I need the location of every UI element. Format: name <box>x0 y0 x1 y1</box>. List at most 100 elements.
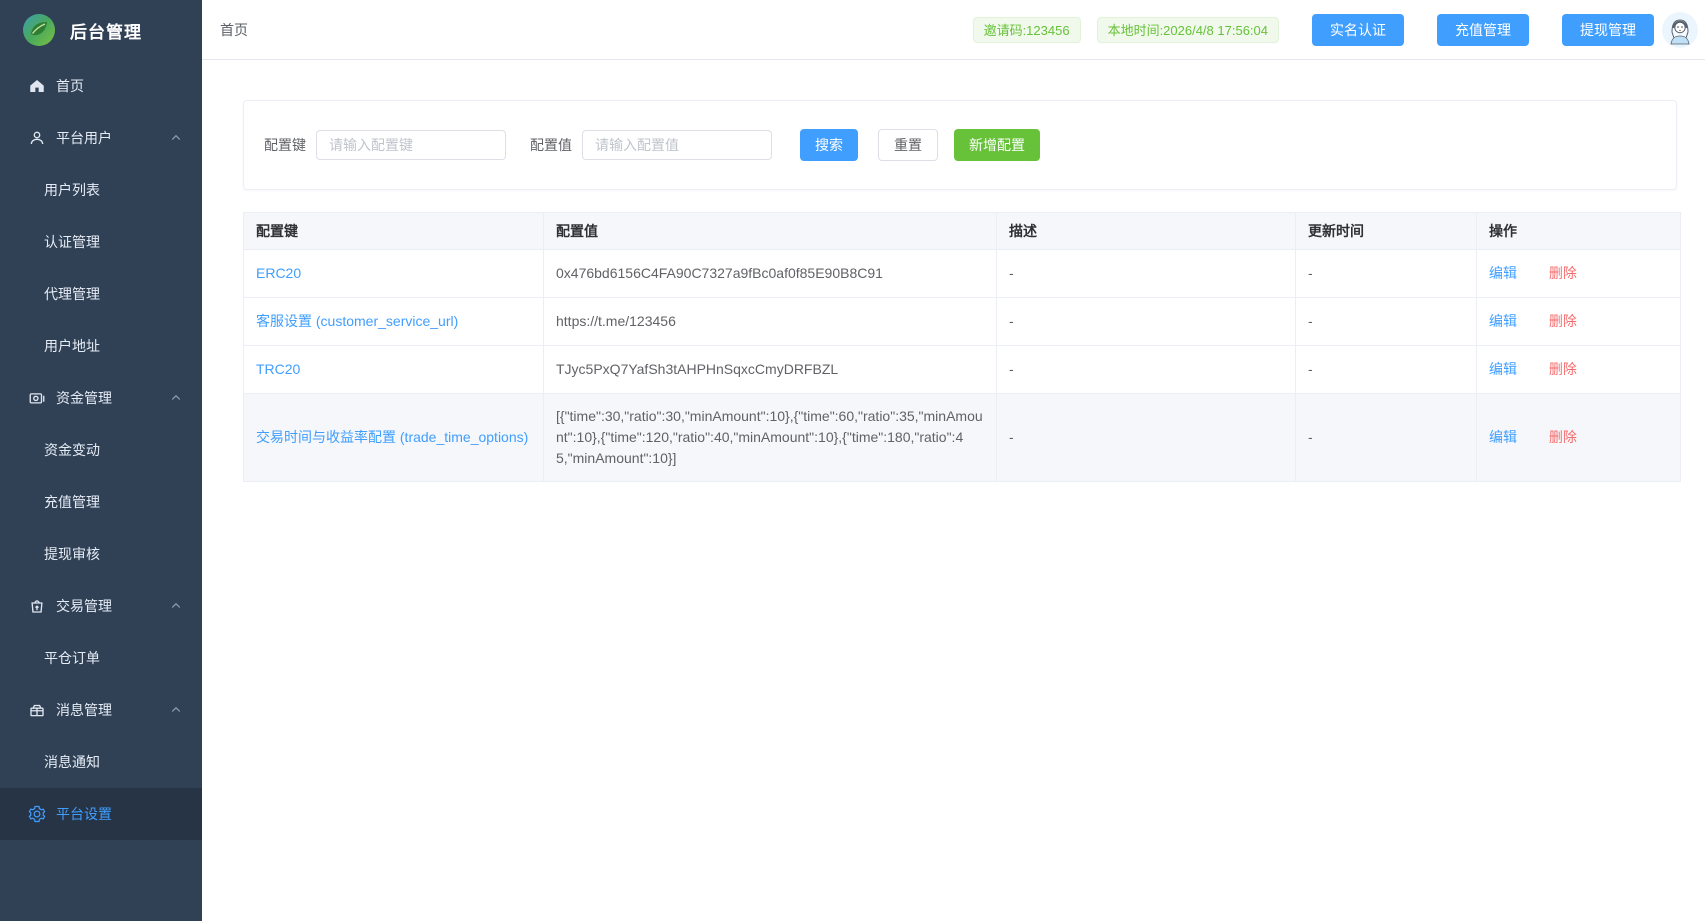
main-area: 首页 邀请码:123456 本地时间:2026/4/8 17:56:04 实名认… <box>202 0 1705 921</box>
money-icon <box>28 389 46 407</box>
delete-link[interactable]: 删除 <box>1549 313 1577 329</box>
config-table: 配置键 配置值 描述 更新时间 操作 ERC20 0x476bd6156C4FA… <box>243 212 1681 482</box>
sidebar-item-auth-manage[interactable]: 认证管理 <box>0 216 202 268</box>
withdraw-manage-button[interactable]: 提现管理 <box>1562 14 1654 46</box>
edit-link[interactable]: 编辑 <box>1489 313 1517 329</box>
sidebar-item-label: 交易管理 <box>56 596 112 616</box>
config-value-cell: https://t.me/123456 <box>544 298 997 346</box>
sidebar-item-label: 充值管理 <box>44 492 100 512</box>
table-row: ERC20 0x476bd6156C4FA90C7327a9fBc0af0f85… <box>244 250 1681 298</box>
header-actions: 邀请码:123456 本地时间:2026/4/8 17:56:04 实名认证 充… <box>957 12 1698 48</box>
sidebar-group-messages[interactable]: 消息管理 <box>0 684 202 736</box>
recharge-manage-button[interactable]: 充值管理 <box>1437 14 1529 46</box>
description-cell: - <box>997 298 1296 346</box>
sidebar-item-label: 平台用户 <box>56 128 112 148</box>
sidebar-item-label: 消息通知 <box>44 752 100 772</box>
col-description: 描述 <box>997 213 1296 250</box>
sidebar-item-label: 用户列表 <box>44 180 100 200</box>
search-button[interactable]: 搜索 <box>800 129 858 161</box>
edit-link[interactable]: 编辑 <box>1489 361 1517 377</box>
table-header-row: 配置键 配置值 描述 更新时间 操作 <box>244 213 1681 250</box>
col-updated-at: 更新时间 <box>1296 213 1477 250</box>
col-operations: 操作 <box>1477 213 1681 250</box>
config-key-label: 配置键 <box>264 135 306 155</box>
config-value-label: 配置值 <box>530 135 572 155</box>
sidebar-item-user-list[interactable]: 用户列表 <box>0 164 202 216</box>
sidebar-item-label: 资金变动 <box>44 440 100 460</box>
user-avatar[interactable] <box>1662 12 1698 48</box>
sidebar-item-agent-manage[interactable]: 代理管理 <box>0 268 202 320</box>
config-value-cell: 0x476bd6156C4FA90C7327a9fBc0af0f85E90B8C… <box>544 250 997 298</box>
breadcrumb[interactable]: 首页 <box>220 20 248 40</box>
config-key-link[interactable]: 客服设置 (customer_service_url) <box>256 313 458 329</box>
config-key-link[interactable]: ERC20 <box>256 265 301 281</box>
user-icon <box>28 129 46 147</box>
local-time-badge: 本地时间:2026/4/8 17:56:04 <box>1097 17 1279 43</box>
edit-link[interactable]: 编辑 <box>1489 265 1517 281</box>
app-title: 后台管理 <box>70 18 142 43</box>
reset-button[interactable]: 重置 <box>878 129 938 161</box>
sidebar-menu: 首页 平台用户 用户列表 认证管理 代理管理 用户地址 <box>0 60 202 840</box>
logo-row: 后台管理 <box>0 0 202 60</box>
sidebar-item-label: 资金管理 <box>56 388 112 408</box>
description-cell: - <box>997 250 1296 298</box>
description-cell: - <box>997 346 1296 394</box>
config-table-wrap: 配置键 配置值 描述 更新时间 操作 ERC20 0x476bd6156C4FA… <box>243 212 1681 482</box>
config-key-link[interactable]: TRC20 <box>256 361 300 377</box>
filter-card: 配置键 配置值 搜索 重置 新增配置 <box>243 100 1677 190</box>
sidebar-item-label: 平仓订单 <box>44 648 100 668</box>
sidebar-item-label: 平台设置 <box>56 804 112 824</box>
sidebar-item-withdraw-review[interactable]: 提现审核 <box>0 528 202 580</box>
config-value-cell: [{"time":30,"ratio":30,"minAmount":10},{… <box>544 394 997 482</box>
delete-link[interactable]: 删除 <box>1549 429 1577 445</box>
edit-link[interactable]: 编辑 <box>1489 429 1517 445</box>
home-icon <box>28 77 46 95</box>
chevron-up-icon <box>170 600 182 612</box>
sidebar-item-label: 代理管理 <box>44 284 100 304</box>
page-content: 配置键 配置值 搜索 重置 新增配置 配置键 配置值 描述 <box>202 60 1705 921</box>
sidebar-item-home[interactable]: 首页 <box>0 60 202 112</box>
description-cell: - <box>997 394 1296 482</box>
table-row: 交易时间与收益率配置 (trade_time_options) [{"time"… <box>244 394 1681 482</box>
sidebar-item-fund-changes[interactable]: 资金变动 <box>0 424 202 476</box>
updated-cell: - <box>1296 394 1477 482</box>
sidebar-group-funds[interactable]: 资金管理 <box>0 372 202 424</box>
sidebar: 后台管理 首页 平台用户 用户列表 认证 <box>0 0 202 921</box>
sidebar-item-platform-settings[interactable]: 平台设置 <box>0 788 202 840</box>
chevron-up-icon <box>170 704 182 716</box>
sidebar-item-label: 消息管理 <box>56 700 112 720</box>
col-config-key: 配置键 <box>244 213 544 250</box>
sidebar-item-label: 提现审核 <box>44 544 100 564</box>
invite-code-badge: 邀请码:123456 <box>973 17 1081 43</box>
table-row: TRC20 TJyc5PxQ7YafSh3tAHPHnSqxcCmyDRFBZL… <box>244 346 1681 394</box>
add-config-button[interactable]: 新增配置 <box>954 129 1040 161</box>
gear-icon <box>28 805 46 823</box>
chevron-up-icon <box>170 392 182 404</box>
sidebar-item-label: 认证管理 <box>44 232 100 252</box>
box-icon <box>28 701 46 719</box>
sidebar-item-recharge-manage[interactable]: 充值管理 <box>0 476 202 528</box>
config-key-input[interactable] <box>316 130 506 160</box>
sidebar-group-platform-users[interactable]: 平台用户 <box>0 112 202 164</box>
delete-link[interactable]: 删除 <box>1549 265 1577 281</box>
sidebar-item-label: 首页 <box>56 76 84 96</box>
chevron-up-icon <box>170 132 182 144</box>
config-value-cell: TJyc5PxQ7YafSh3tAHPHnSqxcCmyDRFBZL <box>544 346 997 394</box>
trade-bag-icon <box>28 597 46 615</box>
sidebar-item-message-notify[interactable]: 消息通知 <box>0 736 202 788</box>
table-row: 客服设置 (customer_service_url) https://t.me… <box>244 298 1681 346</box>
top-header: 首页 邀请码:123456 本地时间:2026/4/8 17:56:04 实名认… <box>202 0 1705 60</box>
delete-link[interactable]: 删除 <box>1549 361 1577 377</box>
admin-app: 后台管理 首页 平台用户 用户列表 认证 <box>0 0 1705 921</box>
updated-cell: - <box>1296 250 1477 298</box>
app-logo-icon <box>22 13 56 47</box>
sidebar-group-trade[interactable]: 交易管理 <box>0 580 202 632</box>
kyc-button[interactable]: 实名认证 <box>1312 14 1404 46</box>
updated-cell: - <box>1296 346 1477 394</box>
col-config-value: 配置值 <box>544 213 997 250</box>
config-value-input[interactable] <box>582 130 772 160</box>
updated-cell: - <box>1296 298 1477 346</box>
sidebar-item-user-address[interactable]: 用户地址 <box>0 320 202 372</box>
config-key-link[interactable]: 交易时间与收益率配置 (trade_time_options) <box>256 429 528 445</box>
sidebar-item-close-orders[interactable]: 平仓订单 <box>0 632 202 684</box>
